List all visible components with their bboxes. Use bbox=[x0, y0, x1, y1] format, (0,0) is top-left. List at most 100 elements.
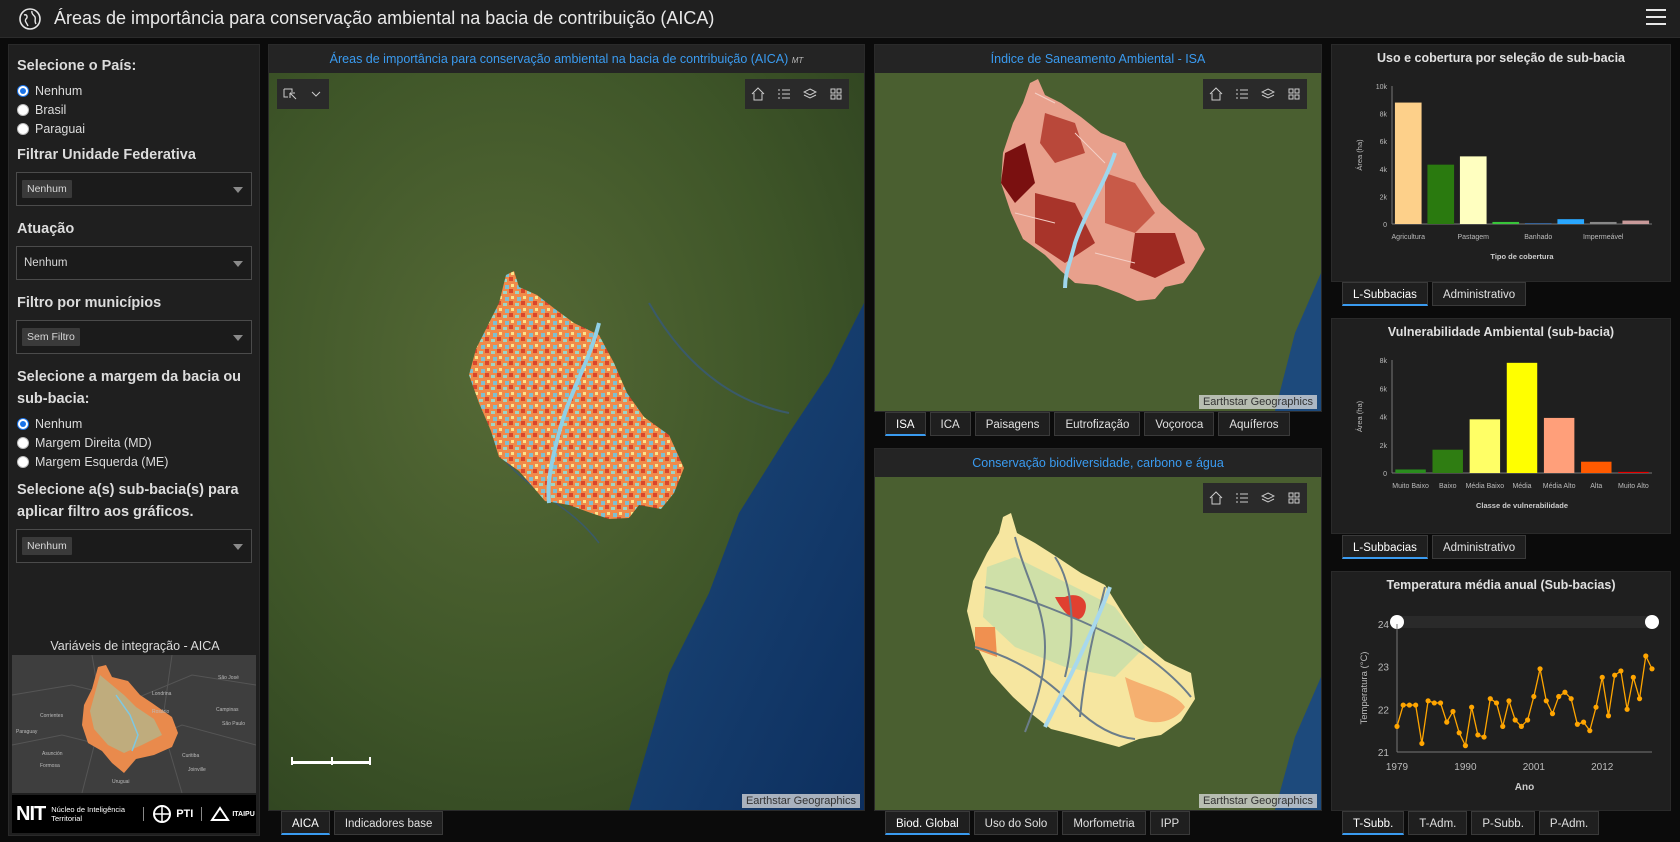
chevron-down-icon[interactable] bbox=[233, 544, 243, 550]
data-point bbox=[1444, 719, 1450, 725]
vul-chart-tabs: L-Subbacias Administrativo bbox=[1342, 535, 1530, 559]
radio-checked-icon[interactable] bbox=[17, 417, 29, 430]
bar-alta bbox=[1581, 461, 1612, 473]
isa-map-panel: Índice de Saneamento Ambiental - ISA Ear… bbox=[874, 44, 1322, 412]
tab-paisagens[interactable]: Paisagens bbox=[974, 412, 1051, 436]
data-point bbox=[1406, 702, 1413, 708]
tab-uso-do-solo[interactable]: Uso do Solo bbox=[973, 811, 1059, 835]
basemap-gallery-icon[interactable] bbox=[823, 79, 849, 109]
data-point bbox=[1574, 721, 1580, 727]
data-point bbox=[1568, 696, 1574, 702]
radio-margem-direita[interactable]: Margem Direita (MD) bbox=[17, 435, 251, 450]
data-point bbox=[1630, 674, 1636, 680]
bio-map-tabs: Biod. Global Uso do Solo Morfometria IPP bbox=[885, 811, 1194, 835]
radio-unchecked-icon[interactable] bbox=[17, 103, 29, 116]
radio-checked-icon[interactable] bbox=[17, 84, 29, 97]
radio-margem-esquerda[interactable]: Margem Esquerda (ME) bbox=[17, 454, 251, 469]
x-tick-label: Agricultura bbox=[1392, 234, 1426, 241]
data-point bbox=[1643, 653, 1649, 659]
tab-l-subbacias[interactable]: L-Subbacias bbox=[1342, 282, 1428, 306]
bar-média-alto bbox=[1543, 417, 1575, 473]
home-icon[interactable] bbox=[745, 79, 771, 109]
atuacao-select[interactable]: Nenhum bbox=[16, 246, 252, 280]
home-icon[interactable] bbox=[1203, 79, 1229, 109]
radio-unchecked-icon[interactable] bbox=[17, 436, 29, 449]
tab-aquiferos[interactable]: Aquíferos bbox=[1218, 412, 1290, 436]
legend-list-icon[interactable] bbox=[1229, 483, 1255, 513]
bio-map-view[interactable]: Earthstar Geographics bbox=[875, 477, 1321, 810]
home-icon[interactable] bbox=[1203, 483, 1229, 513]
hamburger-menu-icon[interactable] bbox=[1646, 9, 1666, 27]
chevron-down-icon[interactable] bbox=[233, 187, 243, 193]
x-tick-label: 2001 bbox=[1523, 762, 1546, 773]
tab-indicadores-base[interactable]: Indicadores base bbox=[333, 811, 444, 835]
minimap-label: São Paulo bbox=[222, 721, 245, 727]
layers-icon[interactable] bbox=[797, 79, 823, 109]
tab-p-adm[interactable]: P-Adm. bbox=[1538, 811, 1600, 835]
x-axis-title: Classe de vulnerabilidade bbox=[1476, 501, 1568, 510]
main-map-view[interactable]: Earthstar Geographics bbox=[269, 73, 864, 810]
bar-banhado bbox=[1524, 223, 1552, 224]
minimap-label: Formosa bbox=[40, 763, 60, 769]
bar-pastagem bbox=[1459, 156, 1487, 224]
uso-cobertura-bar-chart[interactable]: 0 2k 4k 6k 8k 10k Agricultura Pastagem Banhado Im… bbox=[1332, 65, 1670, 275]
tab-l-subbacias[interactable]: L-Subbacias bbox=[1342, 535, 1428, 559]
subbacia-select[interactable]: Nenhum bbox=[16, 529, 252, 563]
vulnerabilidade-bar-chart[interactable]: 0 2k 4k 6k 8k Muito Baixo Baixo Média Baixo Médi… bbox=[1332, 339, 1670, 529]
minimap-label: Paraguay bbox=[16, 729, 38, 735]
tab-vocoroca[interactable]: Voçoroca bbox=[1144, 412, 1215, 436]
y-tick-label: 10k bbox=[1376, 84, 1388, 91]
temperatura-line-chart[interactable]: 21 22 23 24 1979 1990 2001 2012 Ano Temperatura (… bbox=[1332, 592, 1670, 806]
data-point bbox=[1562, 689, 1568, 695]
uf-select[interactable]: Nenhum bbox=[16, 172, 252, 206]
legend-list-icon[interactable] bbox=[771, 79, 797, 109]
tab-biod-global[interactable]: Biod. Global bbox=[885, 811, 970, 835]
tab-morfometria[interactable]: Morfometria bbox=[1062, 811, 1146, 835]
tab-t-adm[interactable]: T-Adm. bbox=[1408, 811, 1468, 835]
tab-ica[interactable]: ICA bbox=[929, 412, 971, 436]
data-point bbox=[1456, 730, 1462, 736]
tab-t-subb[interactable]: T-Subb. bbox=[1342, 811, 1405, 835]
minimap[interactable]: Asunción Formosa Corrientes Rosário São … bbox=[12, 655, 256, 793]
app-title: Áreas de importância para conservação am… bbox=[54, 8, 715, 28]
chevron-down-icon[interactable] bbox=[233, 335, 243, 341]
x-tick-label: Média Alto bbox=[1543, 483, 1576, 490]
select-tool-icon[interactable] bbox=[277, 79, 303, 109]
data-point bbox=[1450, 708, 1456, 715]
y-axis-title: Área (ha) bbox=[1355, 139, 1364, 171]
chevron-down-icon[interactable] bbox=[233, 261, 243, 267]
radio-margem-nenhum[interactable]: Nenhum bbox=[17, 416, 251, 431]
data-point bbox=[1624, 706, 1630, 712]
basemap-gallery-icon[interactable] bbox=[1281, 79, 1307, 109]
tab-ipp[interactable]: IPP bbox=[1149, 811, 1191, 835]
radio-unchecked-icon[interactable] bbox=[17, 455, 29, 468]
municipios-select[interactable]: Sem Filtro bbox=[16, 320, 252, 354]
minimap-label: Uruguai bbox=[112, 779, 130, 785]
minimap-label: Campinas bbox=[216, 707, 239, 713]
y-axis-title: Área (ha) bbox=[1355, 400, 1364, 432]
isa-map-view[interactable]: Earthstar Geographics bbox=[875, 73, 1321, 411]
radio-unchecked-icon[interactable] bbox=[17, 122, 29, 135]
radio-country-brasil[interactable]: Brasil bbox=[17, 102, 251, 117]
tab-administrativo[interactable]: Administrativo bbox=[1431, 535, 1527, 559]
tab-aica[interactable]: AICA bbox=[281, 811, 330, 835]
basemap-gallery-icon[interactable] bbox=[1281, 483, 1307, 513]
temp-chart-title: Temperatura média anual (Sub-bacias) bbox=[1386, 578, 1616, 592]
tab-administrativo[interactable]: Administrativo bbox=[1431, 282, 1527, 306]
chevron-down-icon[interactable] bbox=[303, 79, 329, 109]
layers-icon[interactable] bbox=[1255, 79, 1281, 109]
data-point bbox=[1593, 704, 1599, 710]
tab-eutrofizacao[interactable]: Eutrofização bbox=[1054, 412, 1141, 436]
radio-country-nenhum[interactable]: Nenhum bbox=[17, 83, 251, 98]
data-point bbox=[1512, 717, 1518, 723]
tab-isa[interactable]: ISA bbox=[885, 412, 926, 436]
radio-country-paraguai[interactable]: Paraguai bbox=[17, 121, 251, 136]
legend-list-icon[interactable] bbox=[1229, 79, 1255, 109]
data-point bbox=[1636, 696, 1643, 702]
layers-icon[interactable] bbox=[1255, 483, 1281, 513]
bar-impermeável bbox=[1589, 221, 1617, 224]
vul-chart-title: Vulnerabilidade Ambiental (sub-bacia) bbox=[1387, 325, 1615, 339]
map-attribution: Earthstar Geographics bbox=[741, 794, 860, 808]
bar-média-baixo bbox=[1469, 419, 1501, 473]
tab-p-subb[interactable]: P-Subb. bbox=[1471, 811, 1535, 835]
